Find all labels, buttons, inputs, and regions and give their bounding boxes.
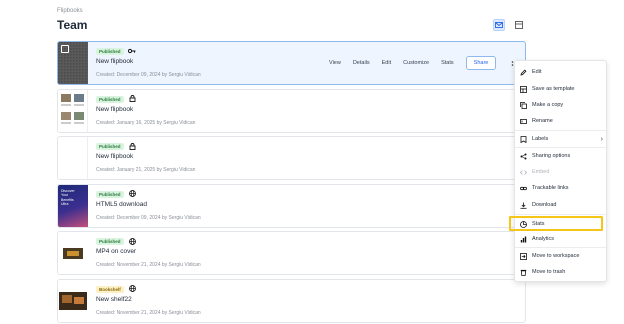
- menu-item-label: Embed: [532, 169, 550, 175]
- key-icon: [128, 47, 136, 55]
- created-info: Created: December 09, 2024 by Sergiu Vid…: [96, 72, 201, 78]
- flipbook-row[interactable]: Published MP4 on cover Created: November…: [57, 231, 526, 275]
- status-badge: Bookshelf: [96, 285, 124, 293]
- menu-item-label: Save as template: [532, 86, 575, 92]
- stats-highlight-box: [509, 216, 603, 231]
- menu-item-label: Download: [532, 202, 557, 208]
- menu-item-label: Move to workspace: [532, 253, 580, 259]
- stats-action[interactable]: Stats: [441, 60, 454, 66]
- lock-icon: [128, 95, 136, 103]
- menu-item-label: Rename: [532, 118, 553, 124]
- menu-item-labels[interactable]: Labels ›: [515, 132, 608, 146]
- created-info: Created: January 21, 2025 by Sergiu Vidi…: [96, 167, 196, 173]
- lock-icon: [128, 142, 136, 150]
- created-info: Created: November 21, 2024 by Sergiu Vid…: [96, 309, 201, 316]
- status-badge: Published: [96, 190, 124, 198]
- flipbook-name[interactable]: New flipbook: [96, 153, 133, 160]
- menu-item-move-to-workspace[interactable]: Move to workspace: [515, 249, 608, 263]
- flipbook-thumbnail: Discover Your Benefits Ultra: [58, 184, 88, 227]
- menu-item-trackable-links[interactable]: Trackable links: [515, 181, 608, 195]
- globe-icon: [128, 190, 136, 198]
- rename-icon: [519, 117, 527, 125]
- label-icon: [519, 135, 527, 143]
- flipbook-thumbnail: [58, 232, 88, 274]
- trash-icon: [519, 268, 527, 276]
- thumbnail-text: Discover Your Benefits Ultra: [61, 188, 75, 207]
- list-view-button[interactable]: [513, 19, 525, 31]
- breadcrumb[interactable]: Flipbooks: [57, 8, 83, 14]
- menu-item-make-a-copy[interactable]: Make a copy: [515, 98, 608, 112]
- flipbook-name[interactable]: HTML5 download: [96, 201, 147, 208]
- workspace-icon: [519, 252, 527, 260]
- edit-action[interactable]: Edit: [382, 60, 391, 66]
- globe-icon: [128, 285, 136, 293]
- globe-icon: [128, 237, 136, 245]
- menu-item-embed: Embed: [515, 165, 608, 179]
- page-title: Team: [57, 18, 88, 32]
- menu-item-download[interactable]: Download: [515, 198, 608, 212]
- menu-item-move-to-trash[interactable]: Move to trash: [515, 265, 608, 279]
- copy-icon: [519, 101, 527, 109]
- flipbook-row[interactable]: Published New flipbook Created: December…: [57, 41, 526, 85]
- download-icon: [519, 201, 527, 209]
- list-icon: [515, 21, 523, 29]
- flipbook-row[interactable]: Published New flipbook Created: January …: [57, 88, 526, 133]
- customize-action[interactable]: Customize: [403, 60, 429, 66]
- row-checkbox[interactable]: [61, 45, 69, 53]
- view-action[interactable]: View: [329, 60, 341, 66]
- context-menu: Edit Save as template Make a copy Rename…: [514, 60, 608, 282]
- menu-item-save-as-template[interactable]: Save as template: [515, 82, 608, 96]
- flipbook-name[interactable]: New shelf22: [96, 296, 132, 303]
- pencil-icon: [519, 68, 527, 76]
- menu-item-edit[interactable]: Edit: [515, 65, 608, 79]
- details-action[interactable]: Details: [353, 60, 370, 66]
- menu-item-analytics[interactable]: Analytics: [515, 232, 608, 246]
- created-info: Created: January 16, 2025 by Sergiu Vidi…: [96, 119, 196, 126]
- flipbook-thumbnail: [58, 279, 88, 322]
- flipbook-thumbnail: [58, 137, 88, 179]
- status-badge: Published: [96, 95, 124, 103]
- status-badge: Published: [96, 48, 124, 55]
- menu-item-label: Sharing options: [532, 153, 571, 159]
- flipbook-thumbnail: [58, 42, 88, 84]
- flipbook-name[interactable]: New flipbook: [96, 106, 133, 113]
- status-badge: Published: [96, 143, 124, 150]
- grid-icon: [495, 22, 503, 28]
- analytics-icon: [519, 235, 527, 243]
- menu-item-sharing-options[interactable]: Sharing options: [515, 149, 608, 163]
- menu-item-label: Edit: [532, 69, 542, 75]
- flipbook-list: Published New flipbook Created: December…: [57, 41, 526, 324]
- flipbook-row[interactable]: Discover Your Benefits Ultra Published H…: [57, 183, 526, 228]
- template-icon: [519, 85, 527, 93]
- embed-icon: [519, 168, 527, 176]
- menu-item-label: Move to trash: [532, 269, 566, 275]
- share-icon: [519, 152, 527, 160]
- row-actions: View Details Edit Customize Stats Share: [329, 56, 497, 70]
- link-icon: [519, 184, 527, 192]
- grid-view-button[interactable]: [493, 19, 505, 31]
- flipbook-name[interactable]: New flipbook: [96, 58, 133, 65]
- share-button[interactable]: Share: [465, 56, 497, 70]
- created-info: Created: December 09, 2024 by Sergiu Vid…: [96, 214, 201, 221]
- status-badge: Published: [96, 238, 124, 245]
- flipbook-thumbnail: [58, 89, 88, 132]
- menu-item-label: Analytics: [532, 236, 555, 242]
- menu-item-label: Labels: [532, 136, 549, 142]
- created-info: Created: November 21, 2024 by Sergiu Vid…: [96, 262, 201, 268]
- flipbook-row[interactable]: Published New flipbook Created: January …: [57, 136, 526, 180]
- flipbook-row[interactable]: Bookshelf New shelf22 Created: November …: [57, 278, 526, 323]
- chevron-right-icon: ›: [600, 135, 603, 143]
- menu-item-rename[interactable]: Rename: [515, 114, 608, 128]
- flipbook-name[interactable]: MP4 on cover: [96, 248, 136, 255]
- menu-item-label: Make a copy: [532, 102, 564, 108]
- menu-item-label: Trackable links: [532, 185, 569, 191]
